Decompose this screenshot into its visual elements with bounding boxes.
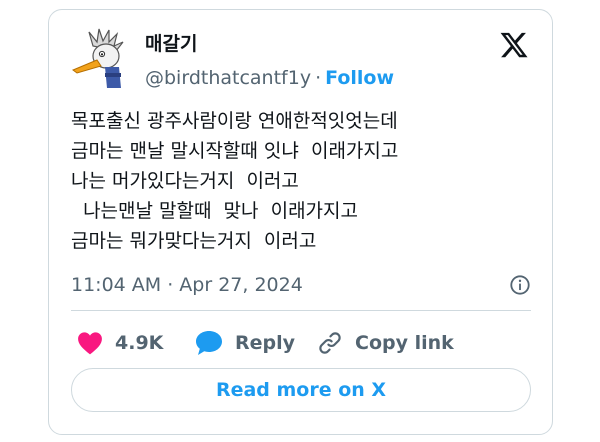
info-icon[interactable] <box>509 274 531 296</box>
like-count: 4.9K <box>115 332 164 354</box>
x-logo-icon[interactable] <box>499 30 529 60</box>
tweet-line: 나는맨날 말할때 맞나 이래가지고 <box>71 200 358 222</box>
author-handle-row: @birdthatcantf1y · Follow <box>145 66 394 90</box>
link-icon <box>319 332 341 354</box>
tweet-line: 목포출신 광주사람이랑 연애한적잇엇는데 <box>71 110 398 132</box>
handle-separator: · <box>315 67 322 89</box>
like-button[interactable]: 4.9K <box>77 328 163 358</box>
speech-bubble-icon <box>196 331 222 355</box>
reply-label: Reply <box>235 332 296 354</box>
tweet-line: 금마는 맨날 말시작할때 잇냐 이래가지고 <box>71 140 399 162</box>
divider <box>71 310 531 311</box>
heart-icon <box>78 332 102 355</box>
tweet-line: 나는 머가있다는거지 이러고 <box>71 170 299 192</box>
read-more-button[interactable]: Read more on X <box>71 368 531 412</box>
tweet-text: 목포출신 광주사람이랑 연애한적잇엇는데 금마는 맨날 말시작할때 잇냐 이래가… <box>71 106 541 256</box>
action-bar: 4.9K Reply Copy link <box>71 328 531 358</box>
timestamp-row: 11:04 AM · Apr 27, 2024 <box>71 272 531 298</box>
avatar[interactable] <box>71 26 137 92</box>
tweet-line: 금마는 뭐가맞다는거지 이러고 <box>71 230 317 252</box>
author-block: 매갈기 @birdthatcantf1y · Follow <box>145 32 394 90</box>
tweet-timestamp[interactable]: 11:04 AM · Apr 27, 2024 <box>71 274 303 296</box>
tweet-card: 매갈기 @birdthatcantf1y · Follow 목포출신 광주사람이랑 … <box>48 9 553 435</box>
copy-link-button[interactable]: Copy link <box>317 328 454 358</box>
author-display-name[interactable]: 매갈기 <box>145 32 394 56</box>
author-handle[interactable]: @birdthatcantf1y <box>145 67 311 89</box>
copy-link-label: Copy link <box>355 332 454 354</box>
follow-button[interactable]: Follow <box>325 67 394 89</box>
reply-button[interactable]: Reply <box>195 328 295 358</box>
